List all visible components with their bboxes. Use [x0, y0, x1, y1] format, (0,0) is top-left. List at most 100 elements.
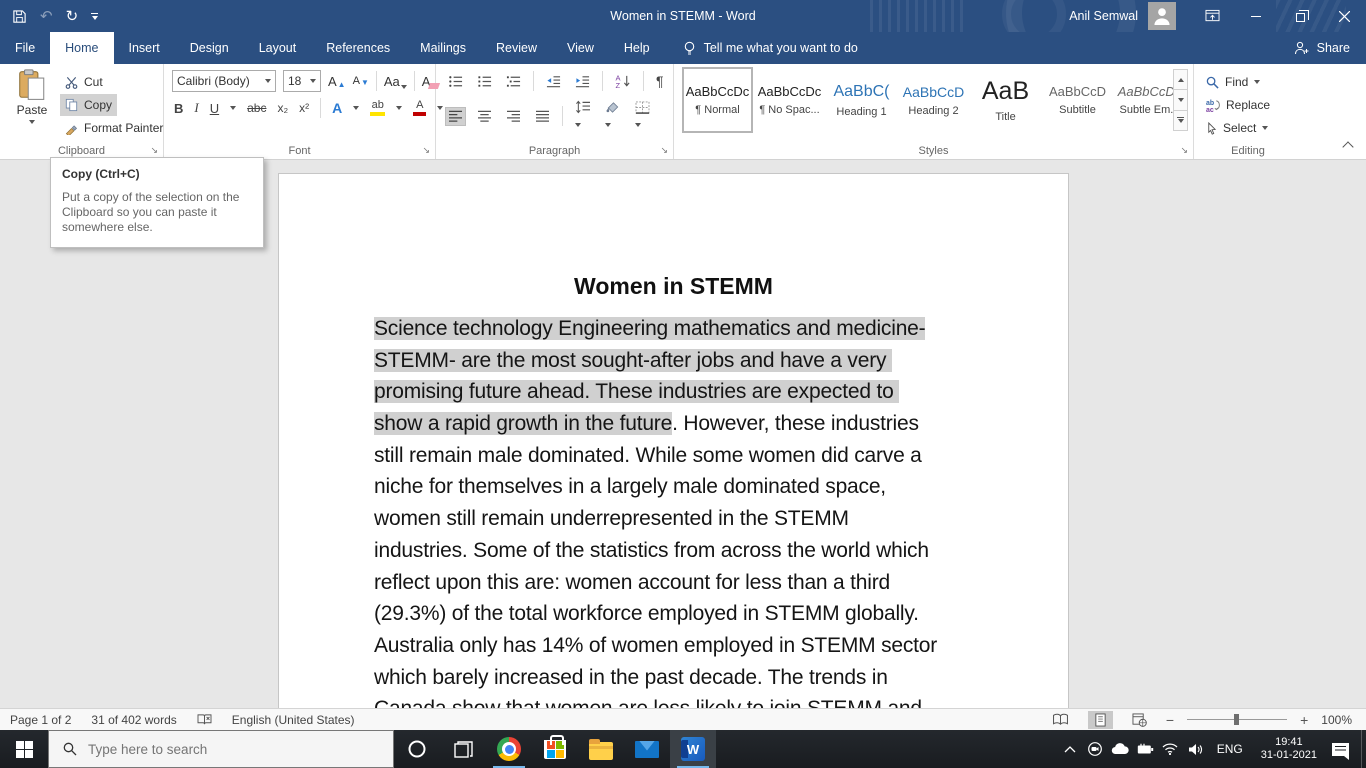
zoom-slider-handle[interactable] — [1234, 714, 1240, 725]
shading-dropdown-icon[interactable] — [605, 123, 611, 127]
action-center-icon[interactable] — [1332, 742, 1349, 760]
bold-button[interactable]: B — [174, 101, 183, 116]
word-count[interactable]: 31 of 402 words — [91, 713, 176, 727]
save-icon[interactable] — [12, 9, 27, 24]
ribbon-display-options-icon[interactable] — [1190, 0, 1234, 32]
find-button[interactable]: Find — [1206, 71, 1261, 93]
clipboard-dialog-launcher-icon[interactable]: ↘ — [150, 146, 158, 155]
bullets-button[interactable] — [446, 72, 465, 91]
styles-dialog-launcher-icon[interactable]: ↘ — [1180, 146, 1188, 155]
share-button[interactable]: Share — [1294, 32, 1366, 64]
replace-button[interactable]: ab ac Replace — [1206, 94, 1270, 116]
tab-help[interactable]: Help — [609, 32, 665, 64]
decrease-indent-button[interactable] — [544, 72, 563, 91]
borders-dropdown-icon[interactable] — [635, 122, 641, 127]
redo-icon[interactable]: ↻ — [66, 9, 79, 24]
multilevel-list-button[interactable] — [504, 72, 523, 91]
style-subtitle[interactable]: AaBbCcD Subtitle — [1044, 69, 1111, 131]
superscript-button[interactable]: x² — [299, 101, 309, 115]
undo-icon[interactable]: ↶ — [40, 9, 53, 24]
style-heading-2[interactable]: AaBbCcD Heading 2 — [900, 69, 967, 131]
borders-button[interactable] — [633, 99, 652, 134]
tell-me-box[interactable]: Tell me what you want to do — [683, 32, 858, 64]
change-case-button[interactable]: Aa — [384, 74, 407, 89]
underline-dropdown-icon[interactable] — [230, 106, 237, 110]
style-no-spacing[interactable]: AaBbCcDc ¶ No Spac... — [756, 69, 823, 131]
line-spacing-button[interactable] — [573, 98, 593, 134]
print-layout-button[interactable] — [1087, 710, 1113, 729]
onedrive-icon[interactable] — [1108, 730, 1133, 768]
font-color-button[interactable]: A — [413, 100, 427, 116]
taskbar-mail-icon[interactable] — [624, 730, 670, 768]
user-name[interactable]: Anil Semwal — [1069, 9, 1138, 23]
sort-button[interactable]: AZ — [613, 72, 633, 91]
language-badge[interactable]: ENG — [1208, 742, 1252, 756]
underline-button[interactable]: U — [210, 101, 219, 116]
style-heading-1[interactable]: AaBbC( Heading 1 — [828, 69, 895, 131]
paste-button[interactable]: Paste — [6, 69, 58, 145]
highlight-dropdown-icon[interactable] — [396, 106, 403, 110]
shading-button[interactable] — [603, 98, 623, 134]
tab-layout[interactable]: Layout — [244, 32, 312, 64]
align-left-button[interactable] — [445, 106, 466, 126]
meet-now-icon[interactable] — [1083, 730, 1108, 768]
line-spacing-dropdown-icon[interactable] — [575, 123, 581, 127]
start-button[interactable] — [0, 730, 48, 768]
select-button[interactable]: Select — [1206, 117, 1269, 139]
tab-references[interactable]: References — [311, 32, 405, 64]
justify-button[interactable] — [533, 108, 552, 125]
read-mode-button[interactable] — [1046, 711, 1075, 728]
zoom-in-button[interactable]: + — [1300, 712, 1308, 728]
italic-button[interactable]: I — [194, 100, 198, 116]
strikethrough-button[interactable]: abc — [247, 101, 266, 115]
text-highlight-button[interactable]: ab — [370, 100, 386, 116]
copy-button[interactable]: Copy — [60, 94, 118, 116]
styles-scroll-down-icon[interactable] — [1174, 90, 1187, 111]
wifi-icon[interactable] — [1158, 730, 1183, 768]
cortana-button[interactable] — [394, 730, 440, 768]
increase-indent-button[interactable] — [573, 72, 592, 91]
align-center-button[interactable] — [475, 108, 494, 125]
show-desktop-button[interactable] — [1361, 730, 1366, 768]
grow-font-button[interactable]: A ▲ — [328, 74, 346, 89]
search-input[interactable] — [88, 741, 348, 757]
styles-more-icon[interactable] — [1174, 110, 1187, 130]
paragraph-dialog-launcher-icon[interactable]: ↘ — [660, 146, 668, 155]
task-view-button[interactable] — [440, 730, 486, 768]
page-indicator[interactable]: Page 1 of 2 — [10, 713, 71, 727]
tray-chevron-icon[interactable] — [1058, 730, 1083, 768]
show-hide-paragraph-marks-button[interactable]: ¶ — [654, 72, 666, 90]
shrink-font-button[interactable]: A ▼ — [353, 75, 369, 87]
tab-design[interactable]: Design — [175, 32, 244, 64]
numbering-button[interactable] — [475, 72, 494, 91]
zoom-out-button[interactable]: − — [1166, 712, 1174, 728]
collapse-ribbon-icon[interactable] — [1342, 141, 1354, 153]
zoom-slider[interactable] — [1187, 714, 1288, 725]
tab-insert[interactable]: Insert — [114, 32, 175, 64]
text-effects-button[interactable]: A — [332, 100, 342, 116]
taskbar-chrome-icon[interactable] — [486, 730, 532, 768]
styles-scroll-up-icon[interactable] — [1174, 70, 1187, 91]
tab-file[interactable]: File — [0, 32, 50, 64]
font-size-combo[interactable]: 18 — [283, 70, 321, 92]
subscript-button[interactable]: x₂ — [277, 101, 288, 115]
tab-home[interactable]: Home — [50, 32, 114, 64]
battery-icon[interactable] — [1133, 730, 1158, 768]
style-normal[interactable]: AaBbCcDc ¶ Normal — [682, 67, 753, 133]
customize-quick-access-icon[interactable] — [91, 12, 99, 20]
font-name-combo[interactable]: Calibri (Body) — [172, 70, 276, 92]
tab-mailings[interactable]: Mailings — [405, 32, 481, 64]
document-page[interactable]: Women in STEMM Science technology Engine… — [278, 173, 1069, 708]
minimize-button[interactable] — [1234, 0, 1278, 32]
cut-button[interactable]: Cut — [60, 71, 108, 93]
font-dialog-launcher-icon[interactable]: ↘ — [422, 146, 430, 155]
avatar[interactable] — [1148, 2, 1176, 30]
tab-review[interactable]: Review — [481, 32, 552, 64]
clock[interactable]: 19:41 31-01-2021 — [1252, 736, 1326, 762]
volume-icon[interactable] — [1183, 730, 1208, 768]
zoom-level[interactable]: 100% — [1321, 713, 1352, 727]
text-effects-dropdown-icon[interactable] — [353, 106, 360, 110]
proofing-icon[interactable] — [197, 713, 212, 726]
restore-button[interactable] — [1278, 0, 1322, 32]
web-layout-button[interactable] — [1126, 711, 1153, 729]
